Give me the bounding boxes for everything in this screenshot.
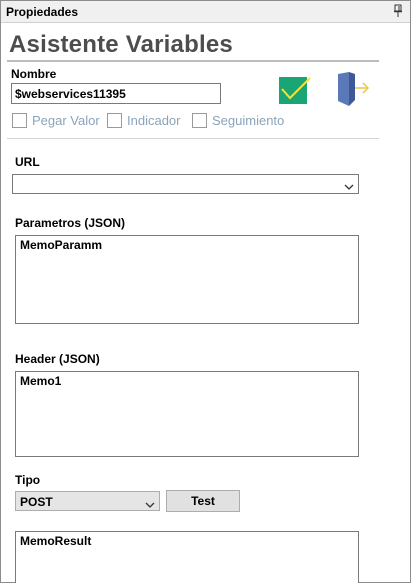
checkbox-pegar-valor[interactable]: Pegar Valor: [12, 113, 100, 128]
nombre-label: Nombre: [11, 67, 57, 81]
confirm-button[interactable]: [277, 75, 311, 105]
params-label: Parametros (JSON): [15, 216, 126, 230]
tipo-value: POST: [20, 495, 53, 509]
checkmark-icon: [279, 77, 311, 104]
checkbox-label: Pegar Valor: [32, 113, 100, 128]
url-combo[interactable]: [12, 174, 359, 194]
url-label: URL: [15, 155, 40, 169]
checkbox-label: Seguimiento: [212, 113, 285, 128]
exit-button[interactable]: [335, 71, 371, 107]
section-divider: [7, 138, 379, 139]
title-divider: [7, 60, 379, 62]
page-title: Asistente Variables: [9, 31, 233, 58]
checkbox-box[interactable]: [107, 113, 122, 128]
header-memo[interactable]: Memo1: [15, 371, 359, 457]
checkbox-box[interactable]: [192, 113, 207, 128]
params-memo[interactable]: MemoParamm: [15, 235, 359, 324]
exit-door-icon: [338, 72, 370, 106]
header-label: Header (JSON): [15, 352, 100, 366]
chevron-down-icon[interactable]: [344, 180, 354, 190]
nombre-input[interactable]: $webservices11395: [11, 83, 221, 104]
checkbox-label: Indicador: [127, 113, 181, 128]
tipo-select[interactable]: POST: [15, 491, 160, 511]
panel-titlebar: Propiedades: [1, 1, 410, 23]
properties-panel: Propiedades Asistente Variables Nombre $…: [0, 0, 411, 583]
test-button[interactable]: Test: [166, 490, 240, 512]
checkbox-seguimiento[interactable]: Seguimiento: [192, 113, 284, 128]
result-memo[interactable]: MemoResult: [15, 531, 359, 583]
panel-title: Propiedades: [6, 5, 79, 19]
tipo-label: Tipo: [15, 473, 41, 487]
checkbox-box[interactable]: [12, 113, 27, 128]
chevron-down-icon[interactable]: [145, 498, 155, 508]
checkbox-indicador[interactable]: Indicador: [107, 113, 180, 128]
pin-icon[interactable]: [392, 4, 404, 18]
